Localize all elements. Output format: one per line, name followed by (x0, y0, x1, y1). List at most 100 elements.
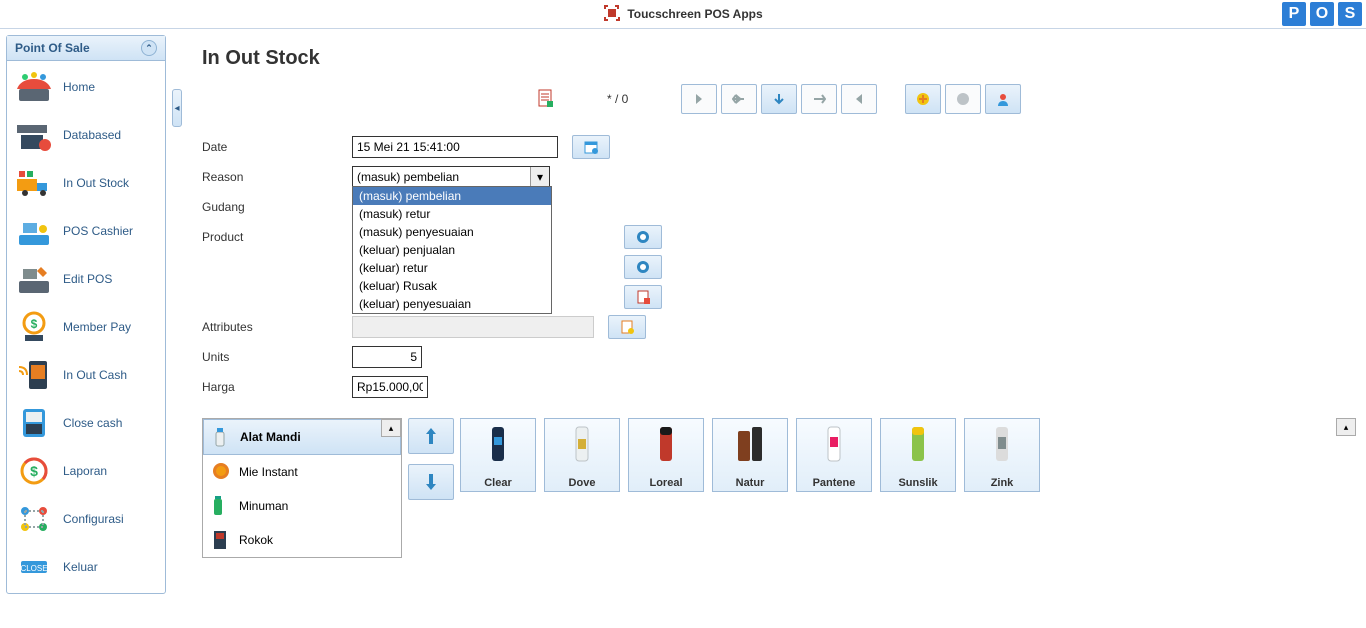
gudang-label: Gudang (202, 200, 352, 214)
sidebar-item-configurasi[interactable]: Configurasi (7, 495, 165, 543)
product-search-button[interactable] (624, 225, 662, 249)
reason-option[interactable]: (masuk) retur (353, 205, 551, 223)
database-icon (13, 115, 55, 155)
shampoo-icon (212, 426, 232, 448)
product-image (992, 421, 1012, 465)
splitter[interactable]: ◂ (172, 29, 182, 628)
svg-text:$: $ (30, 463, 38, 479)
sidebar-item-poscashier[interactable]: POS Cashier (7, 207, 165, 255)
edit-pos-icon (13, 259, 55, 299)
sidebar-item-label: Laporan (63, 464, 107, 478)
product-card[interactable]: Pantene (796, 418, 872, 492)
sidebar-item-label: POS Cashier (63, 224, 133, 238)
app-title-wrap: Toucschreen POS Apps (0, 4, 1366, 25)
report-icon: $ (13, 451, 55, 491)
bottom-area: ▴ Alat Mandi Mie Instant Minuman Rokok (202, 418, 1356, 558)
sidebar-item-label: Configurasi (63, 512, 124, 526)
pos-badge-o: O (1310, 2, 1334, 26)
sidebar-item-inoutcash[interactable]: In Out Cash (7, 351, 165, 399)
sidebar-item-closecash[interactable]: Close cash (7, 399, 165, 447)
category-item[interactable]: Mie Instant (203, 455, 401, 489)
category-panel: ▴ Alat Mandi Mie Instant Minuman Rokok (202, 418, 402, 558)
reason-option[interactable]: (keluar) penyesuaian (353, 295, 551, 313)
product-card[interactable]: Loreal (628, 418, 704, 492)
product-image (487, 421, 509, 465)
sidebar-item-label: Close cash (63, 416, 122, 430)
pos-badges: P O S (1282, 2, 1362, 26)
arrow-down-button[interactable] (408, 464, 454, 500)
home-icon (13, 67, 55, 107)
units-label: Units (202, 350, 352, 364)
product-card[interactable]: Natur (712, 418, 788, 492)
sidebar-item-databased[interactable]: Databased (7, 111, 165, 159)
doc-button[interactable] (624, 285, 662, 309)
terminal-icon (13, 403, 55, 443)
nav-next-button[interactable] (801, 84, 837, 114)
reason-option[interactable]: (keluar) penjualan (353, 241, 551, 259)
category-label: Mie Instant (239, 465, 298, 479)
product-label: Product (202, 230, 352, 244)
sidebar-item-inoutstock[interactable]: In Out Stock (7, 159, 165, 207)
reason-select[interactable]: (masuk) pembelian ▾ (352, 166, 550, 188)
truck-icon (13, 163, 55, 203)
product-label: Clear (484, 477, 512, 489)
product-image (824, 421, 844, 465)
units-input[interactable] (352, 346, 422, 368)
sidebar-item-memberpay[interactable]: $ Member Pay (7, 303, 165, 351)
date-picker-button[interactable] (572, 135, 610, 159)
sort-arrows (408, 418, 454, 558)
reason-selected-text: (masuk) pembelian (353, 170, 463, 184)
date-input[interactable] (352, 136, 558, 158)
product-card[interactable]: Sunslik (880, 418, 956, 492)
sidebar-item-home[interactable]: Home (7, 63, 165, 111)
nav-first-button[interactable] (681, 84, 717, 114)
dropdown-arrow-icon: ▾ (530, 167, 549, 187)
reason-label: Reason (202, 170, 352, 184)
sidebar-item-editpos[interactable]: Edit POS (7, 255, 165, 303)
product-label: Dove (569, 477, 596, 489)
category-scroll-up[interactable]: ▴ (381, 419, 401, 437)
nav-last-button[interactable] (841, 84, 877, 114)
toolbar: * / 0 (202, 84, 1356, 114)
cigarette-icon (211, 529, 231, 551)
app-title: Toucschreen POS Apps (627, 7, 762, 21)
product-label: Sunslik (898, 477, 937, 489)
reason-option[interactable]: (masuk) pembelian (353, 187, 551, 205)
category-label: Rokok (239, 533, 273, 547)
category-item[interactable]: Minuman (203, 489, 401, 523)
reason-option[interactable]: (keluar) retur (353, 259, 551, 277)
product-card[interactable]: Dove (544, 418, 620, 492)
sidebar-panel: Point Of Sale ⌃ Home Databased (6, 35, 166, 594)
sidebar-item-laporan[interactable]: $ Laporan (7, 447, 165, 495)
product-label: Loreal (649, 477, 682, 489)
product-search2-button[interactable] (624, 255, 662, 279)
phone-pay-icon (13, 355, 55, 395)
product-label: Pantene (813, 477, 856, 489)
nav-down-button[interactable] (761, 84, 797, 114)
harga-input[interactable] (352, 376, 428, 398)
reason-option[interactable]: (masuk) penyesuaian (353, 223, 551, 241)
attributes-field (352, 316, 594, 338)
sidebar-header-label: Point Of Sale (15, 41, 90, 55)
add-button[interactable] (905, 84, 941, 114)
splitter-handle[interactable]: ◂ (172, 89, 182, 127)
product-card[interactable]: Zink (964, 418, 1040, 492)
nav-prev-button[interactable] (721, 84, 757, 114)
sidebar-item-label: Keluar (63, 560, 98, 574)
reason-dropdown-list[interactable]: (masuk) pembelian (masuk) retur (masuk) … (352, 186, 552, 314)
product-scroll-up[interactable]: ▴ (1336, 418, 1356, 436)
attributes-button[interactable] (608, 315, 646, 339)
sidebar-item-keluar[interactable]: CLOSE Keluar (7, 543, 165, 591)
product-image (572, 421, 592, 465)
sidebar-item-label: Member Pay (63, 320, 131, 334)
list-icon[interactable] (537, 89, 553, 110)
product-card[interactable]: Clear (460, 418, 536, 492)
page-title: In Out Stock (202, 47, 1356, 70)
reason-option[interactable]: (keluar) Rusak (353, 277, 551, 295)
arrow-up-button[interactable] (408, 418, 454, 454)
user-button[interactable] (985, 84, 1021, 114)
category-item[interactable]: Alat Mandi (203, 419, 401, 455)
settings-icon (13, 499, 55, 539)
sidebar-header[interactable]: Point Of Sale ⌃ (7, 36, 165, 61)
category-item[interactable]: Rokok (203, 523, 401, 557)
